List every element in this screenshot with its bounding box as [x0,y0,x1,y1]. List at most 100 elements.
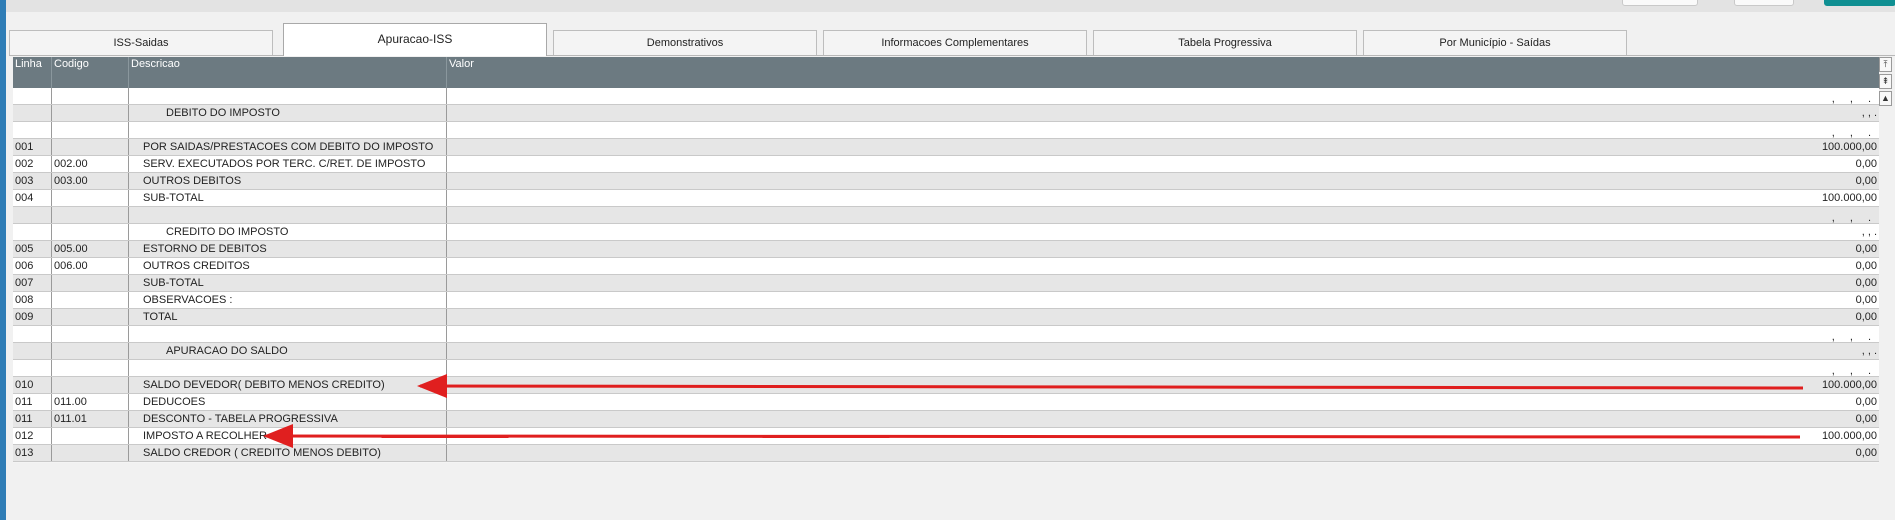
cell-valor[interactable]: , , . [447,207,1879,223]
toolbar-primary-button[interactable] [1824,0,1895,6]
cell-valor[interactable]: 0,00 [447,411,1879,427]
cell-descricao[interactable]: OBSERVACOES : [129,292,447,308]
cell-linha[interactable]: 005 [13,241,52,257]
table-row[interactable]: , , . [13,360,1879,377]
table-row[interactable]: 013 SALDO CREDOR ( CREDITO MENOS DEBITO) 0… [13,445,1879,462]
cell-codigo[interactable] [52,292,129,308]
cell-valor[interactable]: 0,00 [447,156,1879,172]
cell-linha[interactable] [13,105,52,121]
table-row[interactable]: 007 SUB-TOTAL 0,00 [13,275,1879,292]
column-header-linha[interactable]: Linha [13,57,52,88]
cell-linha[interactable]: 003 [13,173,52,189]
cell-valor[interactable]: 0,00 [447,275,1879,291]
table-row[interactable]: DEBITO DO IMPOSTO, , . [13,105,1879,122]
column-header-codigo[interactable]: Codigo [52,57,129,88]
cell-descricao[interactable]: OUTROS CREDITOS [129,258,447,274]
tab-por-municipio-saidas[interactable]: Por Município - Saídas [1363,30,1627,55]
table-row[interactable]: 002 002.00 SERV. EXECUTADOS POR TERC. C/RE… [13,156,1879,173]
tab-informacoes-complementares[interactable]: Informacoes Complementares [823,30,1087,55]
cell-codigo[interactable] [52,377,129,393]
tab-apuracao-iss[interactable]: Apuracao-ISS [283,23,547,56]
cell-codigo[interactable]: 011.01 [52,411,129,427]
cell-descricao[interactable]: TOTAL [129,309,447,325]
table-row[interactable]: CREDITO DO IMPOSTO, , . [13,224,1879,241]
tab-tabela-progressiva[interactable]: Tabela Progressiva [1093,30,1357,55]
cell-valor[interactable]: , , . [447,343,1879,359]
table-row[interactable]: 004 SUB-TOTAL 100.000,00 [13,190,1879,207]
cell-linha[interactable]: 001 [13,139,52,155]
cell-codigo[interactable] [52,275,129,291]
cell-codigo[interactable] [52,343,129,359]
cell-descricao[interactable] [129,360,447,376]
page-up-icon[interactable]: ⇞ [1879,74,1892,89]
table-row[interactable]: , , . [13,326,1879,343]
cell-descricao[interactable] [129,207,447,223]
cell-descricao[interactable]: DESCONTO - TABELA PROGRESSIVA [129,411,447,427]
cell-linha[interactable]: 008 [13,292,52,308]
tab-demonstrativos[interactable]: Demonstrativos [553,30,817,55]
table-row[interactable]: 011 011.01 DESCONTO - TABELA PROGRESSIVA 0,… [13,411,1879,428]
cell-descricao[interactable]: ESTORNO DE DEBITOS [129,241,447,257]
cell-codigo[interactable]: 005.00 [52,241,129,257]
cell-descricao[interactable] [129,326,447,342]
cell-descricao[interactable]: OUTROS DEBITOS [129,173,447,189]
toolbar-button[interactable] [1622,0,1698,6]
table-row[interactable]: 012 IMPOSTO A RECOLHER 100.000,00 [13,428,1879,445]
cell-valor[interactable]: , , . [447,360,1879,376]
cell-codigo[interactable] [52,309,129,325]
cell-valor[interactable]: 100.000,00 [447,139,1879,155]
cell-valor[interactable]: 0,00 [447,292,1879,308]
cell-valor[interactable]: , , . [447,88,1879,104]
cell-linha[interactable] [13,88,52,104]
apuracao-grid[interactable]: Linha Codigo Descricao Valor , , . DEBITO… [13,57,1879,463]
cell-linha[interactable]: 009 [13,309,52,325]
cell-descricao[interactable]: SALDO CREDOR ( CREDITO MENOS DEBITO) [129,445,447,461]
cell-valor[interactable]: 0,00 [447,309,1879,325]
cell-valor[interactable]: 100.000,00 [447,377,1879,393]
cell-linha[interactable]: 012 [13,428,52,444]
cell-linha[interactable]: 004 [13,190,52,206]
cell-linha[interactable]: 006 [13,258,52,274]
scroll-top-icon[interactable]: ⤒ [1879,57,1892,72]
cell-valor[interactable]: , , . [447,122,1879,138]
cell-codigo[interactable] [52,445,129,461]
cell-valor[interactable]: 0,00 [447,241,1879,257]
table-row[interactable]: , , . [13,88,1879,105]
cell-codigo[interactable] [52,139,129,155]
section-title[interactable]: CREDITO DO IMPOSTO [129,224,447,240]
cell-codigo[interactable] [52,122,129,138]
cell-codigo[interactable] [52,105,129,121]
cell-codigo[interactable] [52,326,129,342]
cell-valor[interactable]: , , . [447,105,1879,121]
cell-descricao[interactable]: SUB-TOTAL [129,190,447,206]
cell-valor[interactable]: , , . [447,224,1879,240]
cell-descricao[interactable]: IMPOSTO A RECOLHER [129,428,447,444]
cell-valor[interactable]: 0,00 [447,258,1879,274]
cell-descricao[interactable]: SUB-TOTAL [129,275,447,291]
cell-linha[interactable]: 002 [13,156,52,172]
cell-linha[interactable] [13,224,52,240]
table-row[interactable]: 009 TOTAL 0,00 [13,309,1879,326]
cell-linha[interactable]: 010 [13,377,52,393]
cell-valor[interactable]: 0,00 [447,445,1879,461]
table-row[interactable]: 001 POR SAIDAS/PRESTACOES COM DEBITO DO I… [13,139,1879,156]
cell-codigo[interactable] [52,428,129,444]
cell-linha[interactable]: 007 [13,275,52,291]
cell-linha[interactable]: 011 [13,394,52,410]
cell-linha[interactable] [13,326,52,342]
cell-valor[interactable]: 0,00 [447,394,1879,410]
section-title[interactable]: DEBITO DO IMPOSTO [129,105,447,121]
cell-codigo[interactable]: 003.00 [52,173,129,189]
cell-descricao[interactable]: DEDUCOES [129,394,447,410]
cell-codigo[interactable]: 002.00 [52,156,129,172]
cell-linha[interactable] [13,122,52,138]
table-row[interactable]: APURACAO DO SALDO, , . [13,343,1879,360]
table-row[interactable]: 010 SALDO DEVEDOR( DEBITO MENOS CREDITO) 1… [13,377,1879,394]
cell-linha[interactable] [13,360,52,376]
cell-codigo[interactable] [52,360,129,376]
cell-descricao[interactable] [129,122,447,138]
cell-linha[interactable]: 013 [13,445,52,461]
table-row[interactable]: 003 003.00 OUTROS DEBITOS 0,00 [13,173,1879,190]
cell-codigo[interactable] [52,224,129,240]
cell-codigo[interactable] [52,88,129,104]
